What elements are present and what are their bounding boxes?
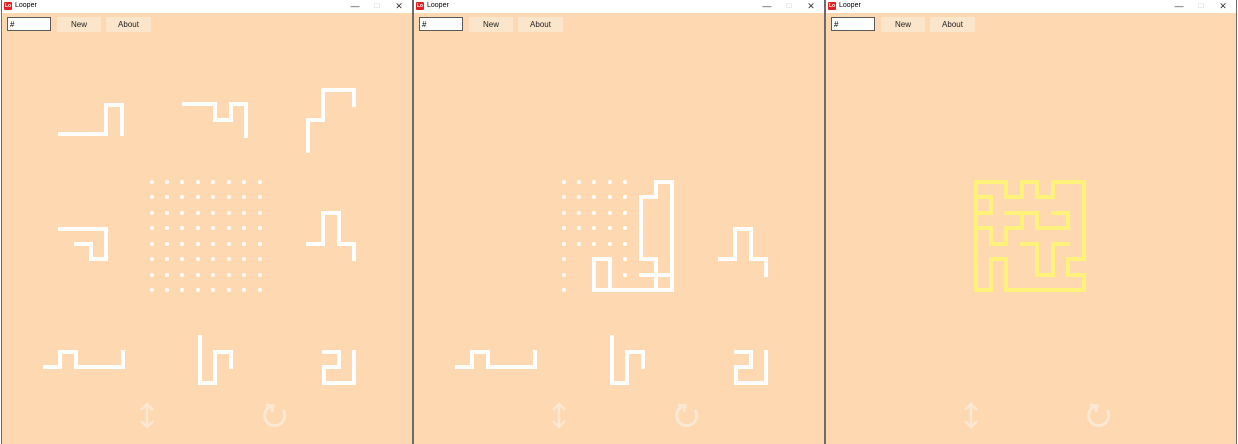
looper-window-1: Lo Looper — □ ✕ New About <box>1 0 413 444</box>
window-title: Looper <box>427 2 449 9</box>
flip-vertical-icon[interactable] <box>552 402 566 429</box>
window-title: Looper <box>15 2 37 9</box>
maximize-icon[interactable]: □ <box>1190 0 1212 13</box>
game-board: New About <box>826 13 1236 444</box>
maximize-icon[interactable]: □ <box>778 0 800 13</box>
bottom-controls <box>552 402 699 429</box>
looper-window-2: Lo Looper — □ ✕ New About <box>413 0 825 444</box>
title-bar[interactable]: Lo Looper — □ ✕ <box>414 0 824 13</box>
minimize-icon[interactable]: — <box>1168 0 1190 13</box>
game-board: New About <box>414 13 824 444</box>
minimize-icon[interactable]: — <box>756 0 778 13</box>
title-bar[interactable]: Lo Looper — □ ✕ <box>826 0 1236 13</box>
close-icon[interactable]: ✕ <box>388 0 410 13</box>
title-bar[interactable]: Lo Looper — □ ✕ <box>2 0 412 13</box>
app-icon: Lo <box>4 2 12 10</box>
bottom-controls <box>140 402 287 429</box>
flip-vertical-icon[interactable] <box>964 402 978 429</box>
close-icon[interactable]: ✕ <box>800 0 822 13</box>
minimize-icon[interactable]: — <box>344 0 366 13</box>
app-icon: Lo <box>828 2 836 10</box>
maximize-icon[interactable]: □ <box>366 0 388 13</box>
flip-vertical-icon[interactable] <box>140 402 154 429</box>
close-icon[interactable]: ✕ <box>1212 0 1234 13</box>
game-board: New About <box>2 13 412 444</box>
rotate-icon[interactable] <box>675 403 699 428</box>
window-title: Looper <box>839 2 861 9</box>
rotate-icon[interactable] <box>263 403 287 428</box>
rotate-icon[interactable] <box>1087 403 1111 428</box>
bottom-controls <box>964 402 1111 429</box>
looper-window-3: Lo Looper — □ ✕ New About <box>825 0 1237 444</box>
app-icon: Lo <box>416 2 424 10</box>
